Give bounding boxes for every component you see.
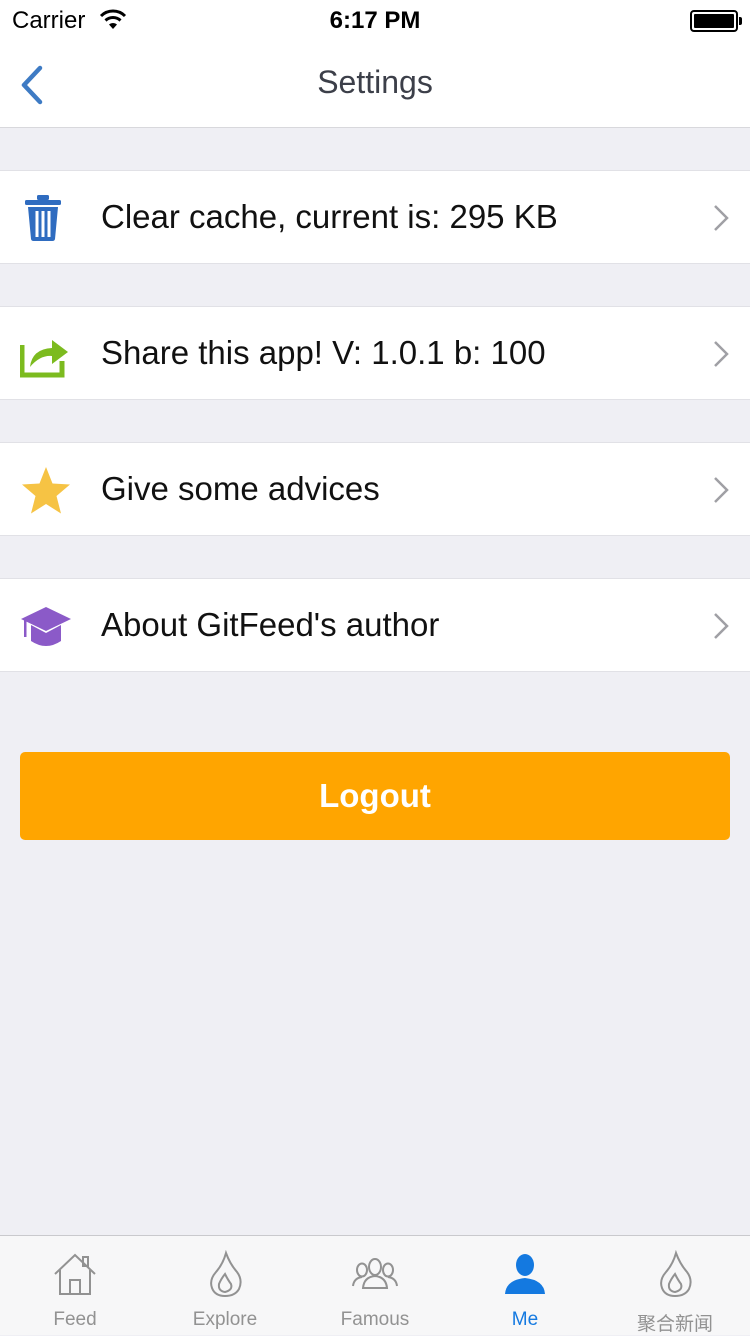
tab-bar: Feed Explore Famous Me 聚合新闻	[0, 1235, 750, 1335]
tab-explore-label: Explore	[192, 1309, 258, 1330]
share-app-row[interactable]: Share this app! V: 1.0.1 b: 100	[0, 306, 750, 400]
trash-icon	[25, 195, 61, 241]
navigation-bar: Settings	[0, 40, 750, 128]
tab-famous-label: Famous	[340, 1309, 410, 1330]
flame-icon	[660, 1250, 692, 1298]
tab-feed-label: Feed	[53, 1309, 97, 1330]
chevron-right-icon	[714, 341, 729, 367]
give-advices-row[interactable]: Give some advices	[0, 442, 750, 536]
people-icon	[352, 1258, 398, 1289]
flame-icon	[210, 1250, 242, 1298]
chevron-right-icon	[714, 205, 729, 231]
page-title: Settings	[317, 64, 433, 100]
person-icon	[505, 1254, 545, 1294]
share-icon	[20, 340, 68, 378]
tab-explore[interactable]: Explore	[150, 1236, 300, 1335]
clear-cache-row[interactable]: Clear cache, current is: 295 KB	[0, 170, 750, 264]
chevron-right-icon	[714, 613, 729, 639]
tab-me[interactable]: Me	[450, 1236, 600, 1335]
tab-feed[interactable]: Feed	[0, 1236, 150, 1335]
tab-news[interactable]: 聚合新闻	[600, 1236, 750, 1335]
status-bar: Carrier 6:17 PM	[0, 0, 750, 40]
chevron-right-icon	[714, 477, 729, 503]
give-advices-label: Give some advices	[101, 470, 380, 507]
tab-famous[interactable]: Famous	[300, 1236, 450, 1335]
share-app-label: Share this app! V: 1.0.1 b: 100	[101, 334, 546, 371]
tab-news-label: 聚合新闻	[636, 1314, 713, 1335]
logout-button[interactable]: Logout	[20, 752, 730, 840]
star-icon	[22, 467, 70, 514]
clear-cache-label: Clear cache, current is: 295 KB	[101, 198, 558, 235]
about-author-row[interactable]: About GitFeed's author	[0, 578, 750, 672]
graduation-cap-icon	[21, 607, 71, 646]
tab-me-label: Me	[511, 1309, 539, 1330]
status-time: 6:17 PM	[329, 7, 421, 34]
about-author-label: About GitFeed's author	[101, 606, 440, 643]
battery-icon	[690, 10, 742, 32]
home-icon	[54, 1253, 96, 1295]
